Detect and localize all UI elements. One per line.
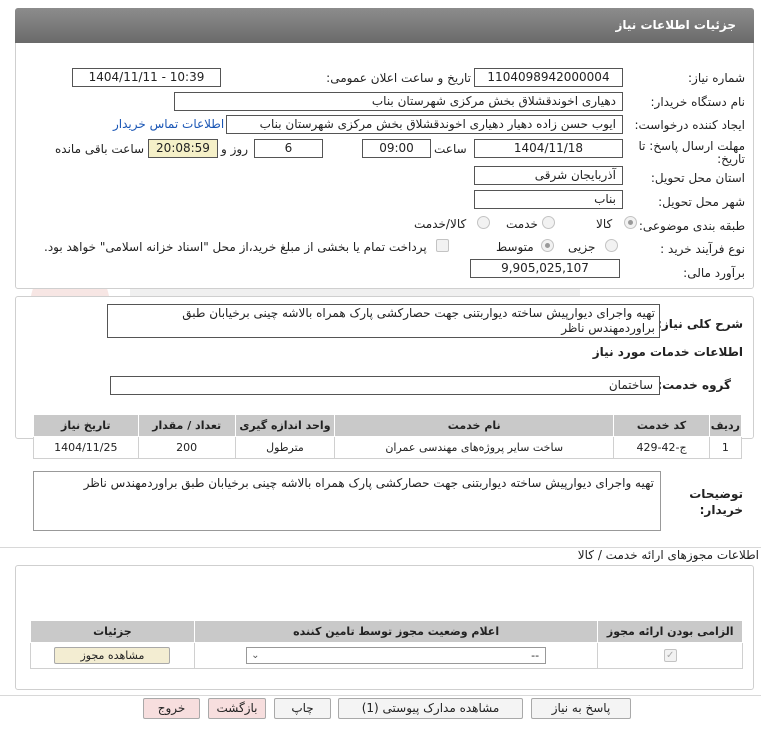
category-option-goods-service: کالا/خدمت: [414, 217, 467, 231]
col-qty: تعداد / مقدار: [137, 414, 236, 437]
buyer-notes-text: تهیه واجرای دیوارپیش ساخته دیواربتنی جهت…: [33, 471, 661, 531]
days-label: روز و: [221, 142, 248, 156]
cell-row: 1: [708, 436, 743, 459]
category-radio-goods-service[interactable]: [477, 216, 490, 229]
cell-code: ج-42-429: [613, 436, 710, 459]
divider: [0, 695, 761, 696]
col-name: نام خدمت: [334, 414, 615, 437]
treasury-payment-checkbox[interactable]: [436, 239, 449, 252]
requester-label: ایجاد کننده درخواست:: [634, 118, 745, 132]
requester-field: ایوب حسن زاده دهیار دهیاری اخوندقشلاق بخ…: [226, 115, 623, 134]
view-permit-button[interactable]: مشاهده مجوز: [54, 647, 171, 664]
col-row: ردیف: [708, 414, 743, 437]
cell-permit-required: ✓: [597, 642, 743, 669]
cell-permit-status: -- ⌄: [193, 642, 599, 669]
exit-button[interactable]: خروج: [143, 698, 200, 719]
deadline-label: مهلت ارسال پاسخ: تا: [638, 139, 745, 153]
col-code: کد خدمت: [613, 414, 710, 437]
process-option-medium: متوسط: [496, 240, 534, 254]
process-option-minor: جزیی: [568, 240, 596, 254]
deadline-label-date: تاریخ:: [717, 152, 745, 166]
need-number-label: شماره نیاز:: [688, 71, 745, 85]
service-group-label: گروه خدمت:: [657, 378, 731, 392]
description-text: تهیه واجرای دیوارپیش ساخته دیواربتنی جهت…: [107, 304, 660, 338]
permit-status-select[interactable]: -- ⌄: [246, 647, 547, 664]
category-option-goods: کالا: [596, 217, 613, 231]
panel-header: جزئیات اطلاعات نیاز: [15, 8, 754, 43]
col-permit-required: الزامی بودن ارائه مجوز: [597, 620, 743, 643]
chevron-down-icon: ⌄: [251, 650, 260, 661]
need-number-field: 1104098942000004: [474, 68, 623, 87]
announce-date-label: تاریخ و ساعت اعلان عمومی:: [326, 71, 471, 85]
process-label: نوع فرآیند خرید :: [660, 242, 745, 256]
buyer-notes-label-2: خریدار:: [699, 503, 743, 517]
reply-button[interactable]: پاسخ به نیاز: [531, 698, 631, 719]
category-radio-service[interactable]: [542, 216, 555, 229]
table-row: 1 ج-42-429 ساخت سایر پروژه‌های مهندسی عم…: [33, 436, 743, 459]
deadline-time-label: ساعت: [434, 142, 467, 156]
col-unit: واحد اندازه گیری: [234, 414, 336, 437]
service-group-field: ساختمان: [110, 376, 660, 395]
deadline-date-field: 1404/11/18: [474, 139, 623, 158]
attachments-button[interactable]: مشاهده مدارک پیوستی (1): [338, 698, 523, 719]
estimate-field: 9,905,025,107: [470, 259, 620, 278]
estimate-label: برآورد مالی:: [683, 266, 745, 280]
col-date: تاریخ نیاز: [33, 414, 139, 437]
cell-name: ساخت سایر پروژه‌های مهندسی عمران: [334, 436, 615, 459]
province-label: استان محل تحویل:: [650, 171, 745, 185]
back-button[interactable]: بازگشت: [208, 698, 266, 719]
cell-unit: مترطول: [234, 436, 336, 459]
cell-qty: 200: [137, 436, 236, 459]
buyer-notes-label: توضیحات: [689, 487, 743, 501]
services-table: ردیف کد خدمت نام خدمت واحد اندازه گیری ت…: [33, 414, 743, 459]
buyer-org-field: دهیاری اخوندقشلاق بخش مرکزی شهرستان بناب: [174, 92, 623, 111]
table-row: ✓ -- ⌄ مشاهده مجوز: [30, 642, 743, 669]
remaining-time-field: 20:08:59: [148, 139, 218, 158]
col-permit-status: اعلام وضعیت مجوز توسط تامین کننده: [193, 620, 599, 643]
remaining-time-label: ساعت باقی مانده: [55, 142, 145, 156]
permit-required-checkbox[interactable]: ✓: [663, 649, 677, 663]
category-radio-goods[interactable]: [624, 216, 637, 229]
col-permit-details: جزئیات: [30, 620, 195, 643]
buyer-org-label: نام دستگاه خریدار:: [650, 95, 746, 109]
province-field: آذربایجان شرقی: [474, 166, 623, 185]
days-remaining-field: 6: [254, 139, 323, 158]
services-title: اطلاعات خدمات مورد نیاز: [592, 345, 743, 359]
buyer-contact-link[interactable]: اطلاعات تماس خریدار: [113, 117, 224, 131]
permit-status-value: --: [531, 649, 540, 662]
page-title: جزئیات اطلاعات نیاز: [615, 18, 736, 32]
cell-date: 1404/11/25: [33, 436, 139, 459]
category-option-service: خدمت: [506, 217, 538, 231]
permits-title: اطلاعات مجوزهای ارائه خدمت / کالا: [577, 548, 759, 562]
permits-table: الزامی بودن ارائه مجوز اعلام وضعیت مجوز …: [30, 620, 743, 669]
city-field: بناب: [474, 190, 623, 209]
description-label: شرح کلی نیاز:: [657, 317, 743, 331]
deadline-time-field: 09:00: [362, 139, 431, 158]
announce-date-field: 1404/11/11 - 10:39: [72, 68, 221, 87]
process-radio-minor[interactable]: [605, 239, 618, 252]
category-label: طبقه بندی موضوعی:: [638, 219, 745, 233]
treasury-payment-note: پرداخت تمام یا بخشی از مبلغ خرید،از محل …: [44, 240, 427, 254]
city-label: شهر محل تحویل:: [658, 195, 745, 209]
process-radio-medium[interactable]: [541, 239, 554, 252]
cell-permit-details: مشاهده مجوز: [30, 642, 195, 669]
print-button[interactable]: چاپ: [274, 698, 331, 719]
